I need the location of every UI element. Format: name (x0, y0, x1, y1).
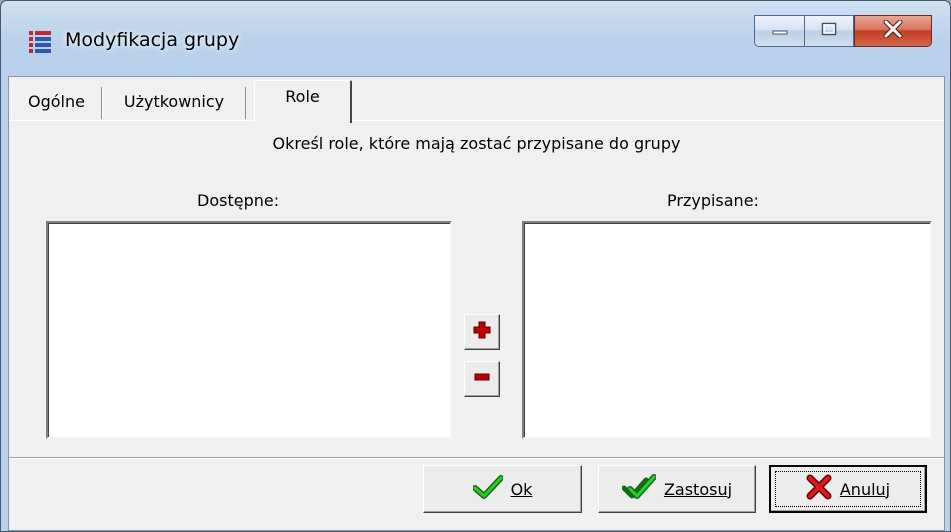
minus-icon (473, 368, 491, 390)
ok-label: Ok (510, 479, 533, 499)
plus-icon (473, 321, 491, 343)
minimize-button[interactable] (754, 15, 804, 47)
tab-role[interactable]: Role (254, 80, 352, 123)
add-role-button[interactable] (464, 314, 500, 350)
button-bar-separator (9, 458, 944, 459)
tab-ogolne[interactable]: Ogólne (11, 87, 102, 119)
maximize-icon (821, 22, 837, 40)
dialog-window: Modyfikacja grupy Ogólne Użytkownicy Rol… (0, 0, 951, 532)
double-checkmark-icon (621, 474, 657, 504)
cancel-button[interactable]: Anuluj (769, 465, 927, 513)
maximize-button[interactable] (804, 15, 854, 47)
title-bar[interactable]: Modyfikacja grupy (1, 1, 950, 73)
cross-icon (806, 474, 832, 504)
remove-role-button[interactable] (464, 361, 500, 397)
assigned-roles-list[interactable] (522, 221, 932, 439)
app-grid-icon (29, 31, 53, 53)
tab-panel-role: Określ role, które mają zostać przypisan… (9, 120, 944, 458)
ok-button[interactable]: Ok (423, 465, 582, 513)
instruction-text: Określ role, które mają zostać przypisan… (272, 134, 681, 153)
window-controls (754, 15, 932, 49)
apply-label: Zastosuj (663, 479, 733, 499)
close-icon (882, 19, 904, 42)
checkmark-icon (471, 475, 504, 503)
tab-bar: Ogólne Użytkownicy Role (9, 77, 944, 123)
assigned-label: Przypisane: (667, 191, 759, 210)
available-roles-list[interactable] (46, 221, 452, 439)
close-button[interactable] (854, 15, 932, 47)
window-title: Modyfikacja grupy (65, 29, 240, 51)
minimize-icon (772, 22, 788, 40)
tab-uzytkownicy[interactable]: Użytkownicy (102, 87, 246, 119)
dialog-client-area: Ogólne Użytkownicy Role Określ role, któ… (8, 76, 945, 531)
apply-button[interactable]: Zastosuj (598, 465, 756, 513)
available-label: Dostępne: (197, 191, 280, 210)
cancel-label: Anuluj (839, 479, 891, 499)
